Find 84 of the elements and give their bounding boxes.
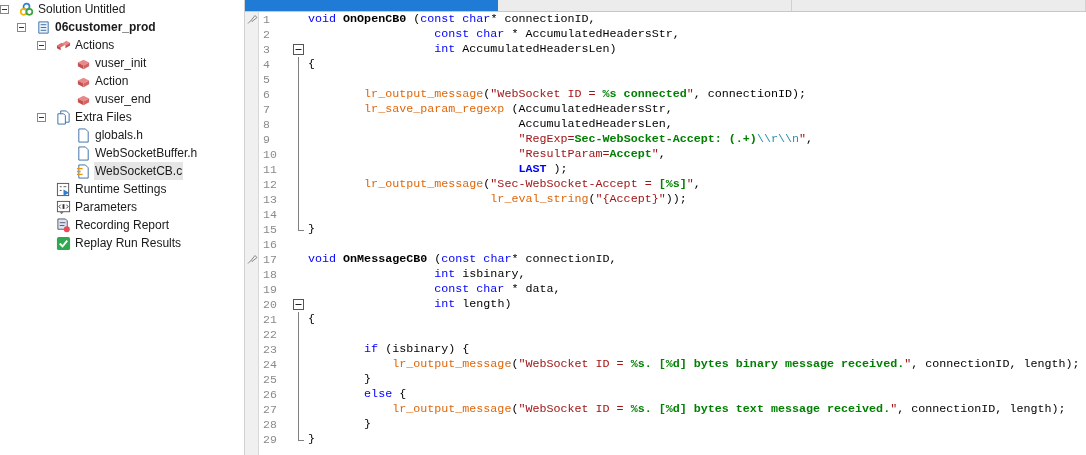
code-line: const char * AccumulatedHeadersStr, (433, 27, 680, 42)
code-line: "RegExp=Sec-WebSocket-Accept: (.+)\\r\\n", (517, 132, 813, 147)
code-line: int length) (433, 297, 512, 312)
line-number: 11 (262, 162, 278, 177)
line-number: 19 (262, 282, 278, 297)
documents-icon (56, 109, 71, 125)
code-line: } (307, 432, 315, 447)
code-line: } (363, 372, 372, 387)
code-line: "ResultParam=Accept", (517, 147, 666, 162)
line-number: 10 (262, 147, 278, 162)
code-line: if (isbinary) { (363, 342, 470, 357)
line-number: 17 (262, 252, 278, 267)
tree-item[interactable]: Action (94, 72, 130, 90)
tree-item[interactable]: vuser_init (94, 54, 148, 72)
collapse-icon[interactable] (17, 22, 26, 32)
fold-collapse-icon[interactable] (293, 44, 304, 55)
code-line: lr_output_message("WebSocket ID = %s. [%d] bytes text message received.", connectionID, length); (391, 402, 1066, 417)
collapse-icon[interactable] (37, 40, 46, 50)
line-number: 1 (262, 12, 271, 27)
line-number: 29 (262, 432, 278, 447)
code-line: } (363, 417, 372, 432)
code-line: void OnOpenCB0 (const char* connectionID, (307, 12, 596, 27)
check-icon (56, 235, 71, 251)
parameters-icon (56, 199, 71, 215)
tree-item[interactable]: globals.h (94, 126, 145, 144)
fold-collapse-icon[interactable] (293, 299, 304, 310)
tree-item[interactable]: Extra Files (74, 108, 133, 126)
code-line: int AccumulatedHeadersLen) (433, 42, 617, 57)
code-line: int isbinary, (433, 267, 526, 282)
report-icon (56, 217, 71, 233)
line-number: 20 (262, 297, 278, 312)
code-line: lr_eval_string("{Accept}")); (489, 192, 687, 207)
line-number: 24 (262, 357, 278, 372)
code-line: void OnMessageCB0 (const char* connectionID, (307, 252, 617, 267)
code-line: lr_save_param_regexp (AccumulatedHeadersStr, (363, 102, 673, 117)
tree-item[interactable]: Solution Untitled (37, 0, 127, 18)
code-line: LAST ); (517, 162, 568, 177)
line-number: 4 (262, 57, 271, 72)
file-icon (76, 145, 91, 161)
rings-icon (19, 1, 34, 17)
code-line: AccumulatedHeadersLen, (517, 117, 673, 132)
line-number: 21 (262, 312, 278, 327)
line-number: 16 (262, 237, 278, 252)
line-number: 2 (262, 27, 271, 42)
code-line: lr_output_message("Sec-WebSocket-Accept = [%s]", (363, 177, 701, 192)
line-number: 6 (262, 87, 271, 102)
tree-item[interactable]: Replay Run Results (74, 234, 183, 252)
line-number: 28 (262, 417, 278, 432)
settings-icon (56, 181, 71, 197)
line-number: 7 (262, 102, 271, 117)
tree-item[interactable]: 06customer_prod (54, 18, 157, 36)
collapse-icon[interactable] (0, 4, 9, 14)
code-line: else { (363, 387, 407, 402)
line-number: 15 (262, 222, 278, 237)
tree-item[interactable]: Parameters (74, 198, 139, 216)
code-line: { (307, 312, 315, 327)
line-number: 23 (262, 342, 278, 357)
line-number: 27 (262, 402, 278, 417)
code-line: } (307, 222, 315, 237)
code-line: { (307, 57, 315, 72)
tree-item[interactable]: Runtime Settings (74, 180, 168, 198)
line-number: 18 (262, 267, 278, 282)
line-number: 8 (262, 117, 271, 132)
code-line: const char * data, (433, 282, 561, 297)
line-number: 5 (262, 72, 271, 87)
code-line: lr_output_message("WebSocket ID = %s. [%d] bytes binary message received.", connectionID, length); (391, 357, 1080, 372)
collapse-icon[interactable] (37, 112, 46, 122)
script-icon (36, 19, 51, 35)
line-number: 13 (262, 192, 278, 207)
line-number: 3 (262, 42, 271, 57)
tree-item[interactable]: Actions (74, 36, 116, 54)
code-line: lr_output_message("WebSocket ID = %s connected", connectionID); (363, 87, 806, 102)
line-number: 25 (262, 372, 278, 387)
tree-item[interactable]: WebSocketCB.c (94, 162, 184, 180)
file-icon (76, 127, 91, 143)
line-number: 26 (262, 387, 278, 402)
tree-item[interactable]: WebSocketBuffer.h (94, 144, 199, 162)
line-number: 9 (262, 132, 271, 147)
source-file-icon (76, 163, 91, 179)
line-number: 22 (262, 327, 278, 342)
tree-item[interactable]: vuser_end (94, 90, 153, 108)
line-number: 12 (262, 177, 278, 192)
line-number: 14 (262, 207, 278, 222)
tree-item[interactable]: Recording Report (74, 216, 171, 234)
